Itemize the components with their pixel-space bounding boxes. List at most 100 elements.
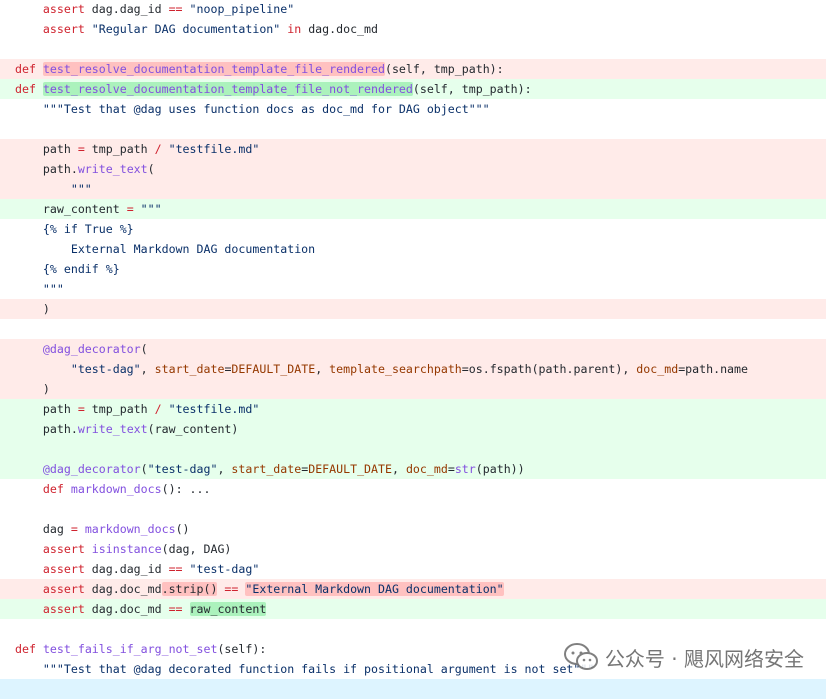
code-token: path. [15, 422, 78, 436]
code-token: (self): [217, 642, 267, 656]
code-text: dag = markdown_docs() [15, 519, 190, 539]
code-text: assert dag.dag_id == "noop_pipeline" [15, 0, 294, 19]
diff-line-added: assert dag.doc_md == raw_content [0, 599, 826, 619]
code-text: assert dag.doc_md.strip() == "External M… [15, 579, 504, 599]
code-token: dag.dag_id [84, 562, 169, 576]
diff-line-removed: path.write_text( [0, 159, 826, 179]
code-token: def [15, 82, 36, 96]
code-token: = [77, 402, 85, 416]
code-token: , [315, 362, 330, 376]
code-token: (self, tmp_path): [384, 62, 504, 76]
code-text: {% endif %} [15, 259, 120, 279]
code-token: {% endif %} [42, 262, 120, 276]
diff-line-context: {% endif %} [0, 259, 826, 279]
diff-line-added [0, 439, 826, 459]
code-token: (self, tmp_path): [412, 82, 532, 96]
diff-line-context [0, 319, 826, 339]
diff-line-tail [0, 679, 826, 699]
code-token: assert [42, 2, 85, 16]
code-token: tmp_path [84, 402, 155, 416]
changed-token: test_resolve_documentation_template_file… [42, 82, 413, 96]
code-text: ) [15, 379, 50, 399]
code-text: raw_content = """ [15, 199, 162, 219]
code-token: , [217, 462, 232, 476]
code-token: / [154, 402, 162, 416]
code-token: start_date [154, 362, 225, 376]
code-text: path.write_text(raw_content) [15, 419, 238, 439]
code-token: ( [140, 462, 148, 476]
code-token: , [140, 362, 155, 376]
diff-line-context: assert "Regular DAG documentation" in da… [0, 19, 826, 39]
code-token: """Test that @dag decorated function fai… [42, 662, 595, 676]
code-token: path [15, 142, 78, 156]
code-token: External Markdown DAG documentation [70, 242, 316, 256]
code-token: @dag_decorator [42, 462, 141, 476]
diff-line-removed: ) [0, 299, 826, 319]
code-token: markdown_docs [70, 482, 162, 496]
code-token: == [168, 2, 183, 16]
diff-line-removed: ) [0, 379, 826, 399]
code-text: assert dag.doc_md == raw_content [15, 599, 267, 619]
code-token: "testfile.md" [168, 142, 260, 156]
code-token: def [15, 62, 36, 76]
code-token: "test-dag" [70, 362, 141, 376]
watermark-text: 公众号 · 飓风网络安全 [604, 646, 804, 671]
code-token: = [70, 522, 78, 536]
code-token: start_date [231, 462, 302, 476]
code-text: {% if True %} [15, 219, 134, 239]
diff-line-added: raw_content = """ [0, 199, 826, 219]
code-text: assert isinstance(dag, DAG) [15, 539, 232, 559]
code-text: ) [15, 299, 50, 319]
code-token: test_fails_if_arg_not_set [42, 642, 218, 656]
code-token: """ [70, 182, 92, 196]
diff-line-added: @dag_decorator("test-dag", start_date = DE… [0, 459, 826, 479]
code-token: def [15, 642, 36, 656]
diff-line-added: path.write_text(raw_content) [0, 419, 826, 439]
code-token: assert [42, 22, 85, 36]
diff-line-added: path = tmp_path / "testfile.md" [0, 399, 826, 419]
code-token: (): ... [161, 482, 211, 496]
code-token: ( [140, 342, 148, 356]
code-diff-view: assert dag.dag_id == "noop_pipeline" ass… [0, 0, 826, 699]
code-text: """Test that @dag uses function docs as … [15, 99, 490, 119]
code-token: (path)) [475, 462, 525, 476]
code-token: ( [147, 162, 155, 176]
code-token: =os.fspath(path.parent), [461, 362, 637, 376]
code-text: path = tmp_path / "testfile.md" [15, 399, 259, 419]
code-text: """ [15, 279, 64, 299]
diff-line-context [0, 119, 826, 139]
changed-token: test_resolve_documentation_template_file… [42, 62, 385, 76]
code-token: """ [42, 282, 64, 296]
code-text: def test_fails_if_arg_not_set(self): [15, 639, 266, 659]
code-token: isinstance [91, 542, 162, 556]
diff-line-context: """Test that @dag uses function docs as … [0, 99, 826, 119]
code-text: @dag_decorator("test-dag", start_date = DE… [15, 459, 525, 479]
code-token: ) [15, 302, 50, 316]
code-token: "testfile.md" [168, 402, 260, 416]
code-token: doc_md [636, 362, 679, 376]
code-text: path = tmp_path / "testfile.md" [15, 139, 259, 159]
diff-line-context: assert isinstance(dag, DAG) [0, 539, 826, 559]
code-text: path.write_text( [15, 159, 155, 179]
code-token: assert [42, 582, 85, 596]
code-text: def test_resolve_documentation_template_… [15, 59, 504, 79]
